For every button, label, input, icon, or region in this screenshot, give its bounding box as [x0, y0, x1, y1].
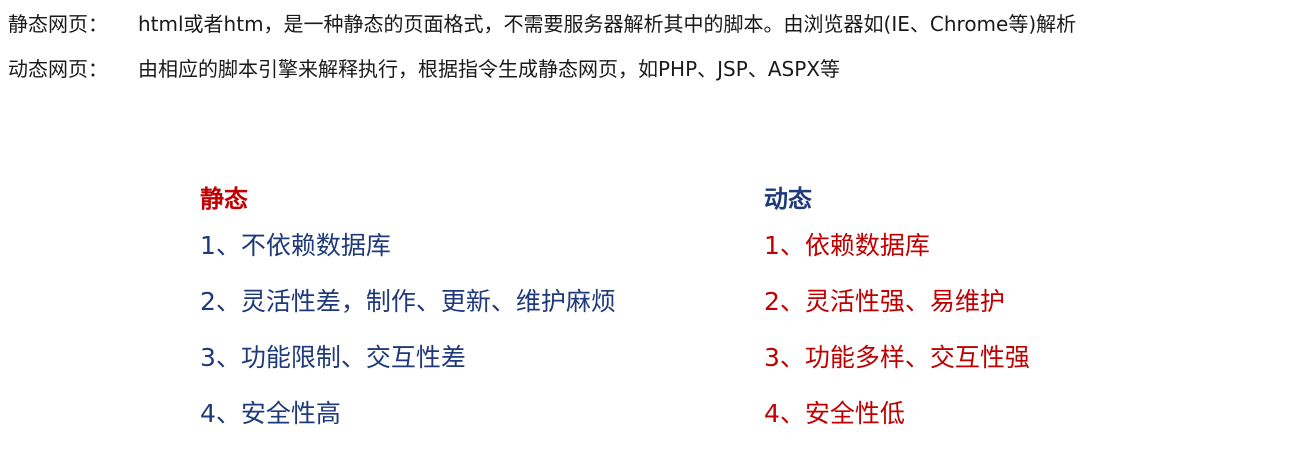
dynamic-page-definition: 动态网页： 由相应的脚本引擎来解释执行，根据指令生成静态网页，如PHP、JSP、A…: [8, 55, 840, 83]
dynamic-column: 动态 1、依赖数据库 2、灵活性强、易维护 3、功能多样、交互性强 4、安全性低: [764, 182, 1030, 453]
dynamic-column-title: 动态: [764, 185, 812, 213]
static-feature-item: 2、灵活性差，制作、更新、维护麻烦: [200, 287, 616, 316]
static-page-term: 静态网页：: [8, 12, 108, 36]
dynamic-page-term: 动态网页：: [8, 57, 108, 81]
static-column: 静态 1、不依赖数据库 2、灵活性差，制作、更新、维护麻烦 3、功能限制、交互性…: [200, 182, 616, 453]
dynamic-feature-item: 3、功能多样、交互性强: [764, 343, 1030, 372]
dynamic-feature-list: 1、依赖数据库 2、灵活性强、易维护 3、功能多样、交互性强 4、安全性低: [764, 229, 1030, 431]
static-feature-item: 4、安全性高: [200, 399, 341, 428]
static-feature-list: 1、不依赖数据库 2、灵活性差，制作、更新、维护麻烦 3、功能限制、交互性差 4…: [200, 229, 616, 431]
dynamic-feature-item: 4、安全性低: [764, 399, 905, 428]
dynamic-feature-item: 1、依赖数据库: [764, 231, 930, 260]
static-page-description: html或者htm，是一种静态的页面格式，不需要服务器解析其中的脚本。由浏览器如…: [138, 12, 1077, 36]
static-feature-item: 1、不依赖数据库: [200, 231, 391, 260]
static-page-definition: 静态网页： html或者htm，是一种静态的页面格式，不需要服务器解析其中的脚本。…: [8, 10, 1076, 38]
dynamic-feature-item: 2、灵活性强、易维护: [764, 287, 1005, 316]
static-column-title: 静态: [200, 185, 248, 213]
dynamic-page-description: 由相应的脚本引擎来解释执行，根据指令生成静态网页，如PHP、JSP、ASPX等: [138, 57, 840, 81]
static-feature-item: 3、功能限制、交互性差: [200, 343, 466, 372]
